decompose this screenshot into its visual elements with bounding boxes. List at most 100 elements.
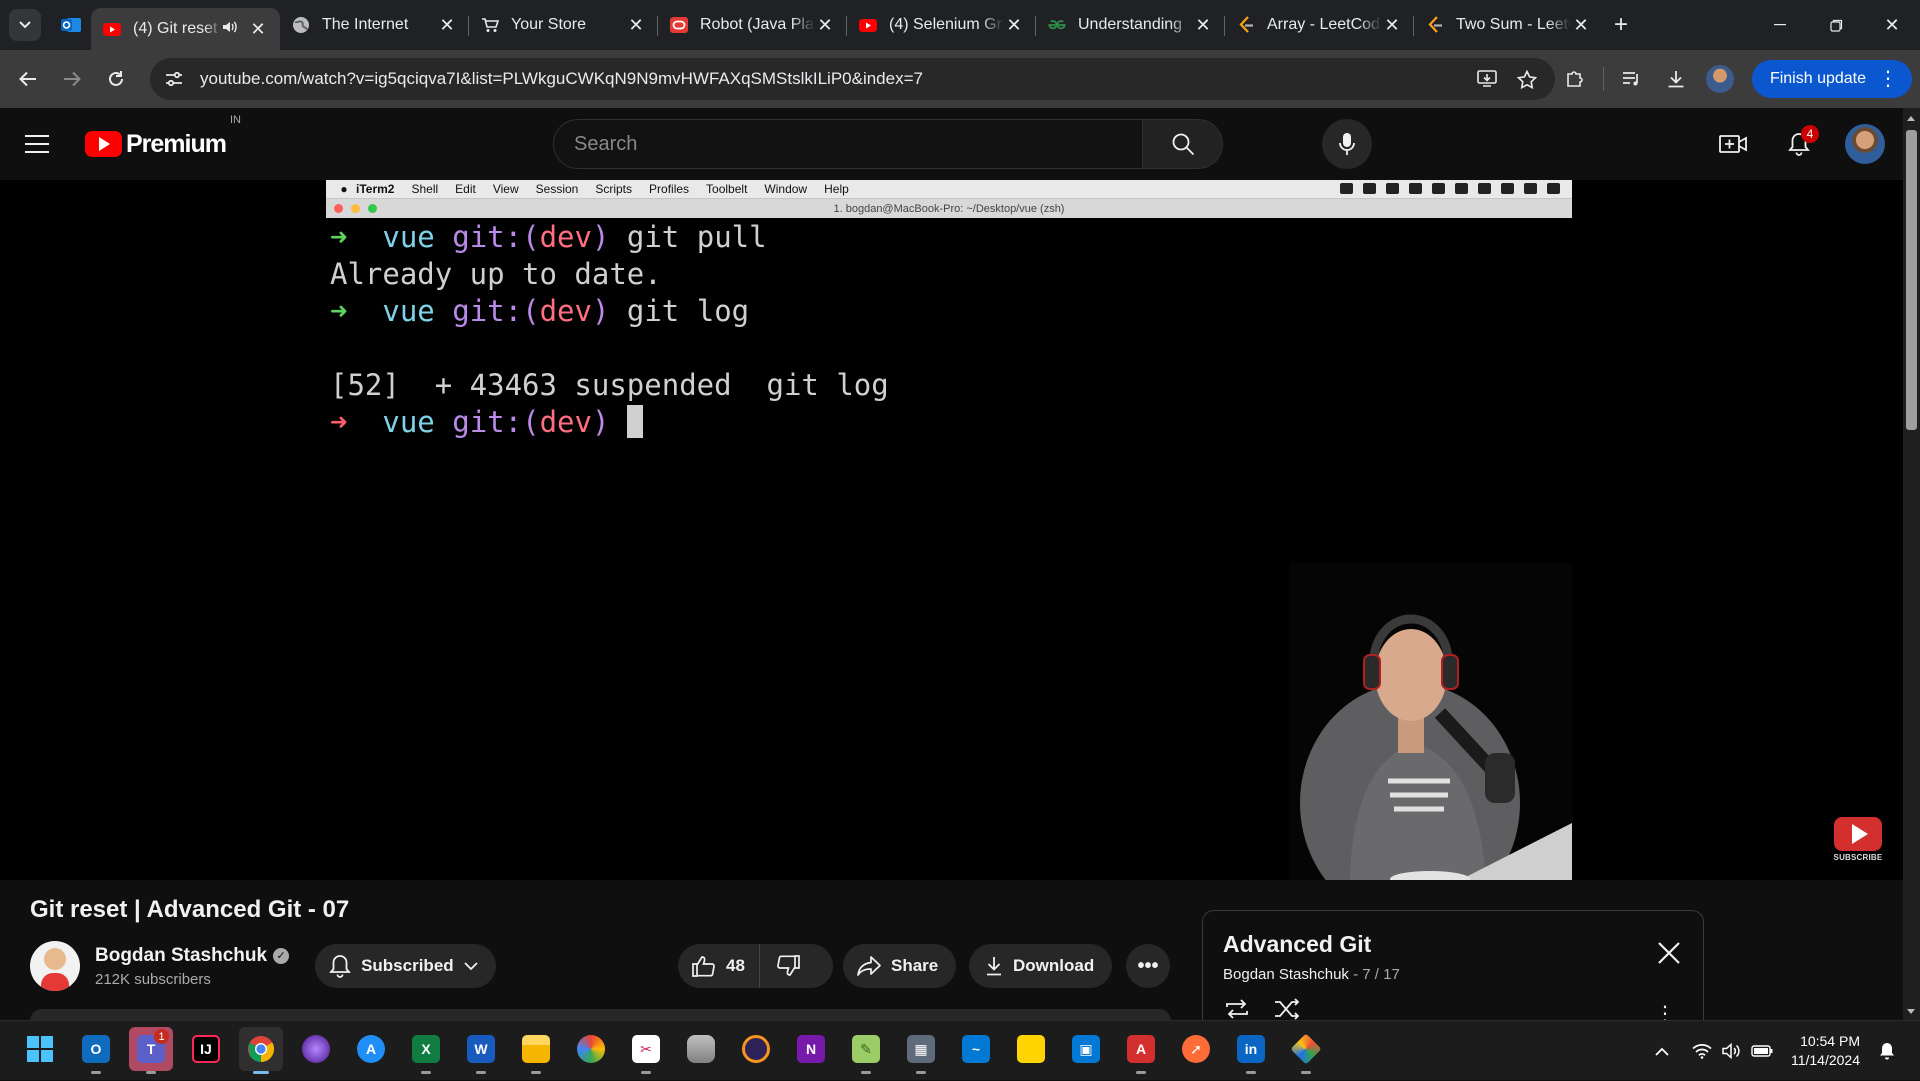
account-avatar	[1845, 124, 1885, 164]
close-playlist-button[interactable]	[1655, 939, 1683, 967]
search-button[interactable]	[1143, 119, 1223, 169]
new-tab-button[interactable]: +	[1603, 0, 1639, 50]
tab-two-sum-leetcode[interactable]: Two Sum - LeetCode ✕	[1414, 0, 1603, 50]
tab-array-leetcode[interactable]: Array - LeetCode ✕	[1225, 0, 1414, 50]
taskbar-sticky-notes[interactable]	[1009, 1027, 1053, 1071]
url-text[interactable]: youtube.com/watch?v=ig5qciqva7I&list=PLW…	[194, 69, 1467, 89]
guide-menu-button[interactable]	[25, 124, 65, 164]
restore-button[interactable]	[1808, 0, 1864, 50]
menubar-item: Scripts	[595, 182, 633, 196]
taskbar-chrome[interactable]	[239, 1027, 283, 1074]
page-scrollbar[interactable]	[1903, 108, 1920, 1020]
tab-search-button[interactable]	[9, 9, 41, 41]
subscribe-watermark[interactable]: SUBSCRIBE	[1833, 817, 1883, 865]
more-actions-button[interactable]: •••	[1126, 944, 1170, 988]
taskbar-calculator[interactable]: ▦	[899, 1027, 943, 1074]
taskbar-purple-app[interactable]	[294, 1027, 338, 1071]
like-button[interactable]: 48	[678, 944, 759, 988]
scroll-down-arrow-icon[interactable]	[1907, 1009, 1915, 1014]
battery-button[interactable]	[1747, 1045, 1777, 1057]
subscribed-button[interactable]: Subscribed	[315, 944, 496, 988]
video-title: Git reset | Advanced Git - 07	[30, 896, 350, 923]
tab-understanding[interactable]: Understanding ✕	[1036, 0, 1225, 50]
bookmark-button[interactable]	[1507, 69, 1547, 89]
close-tab-icon[interactable]: ✕	[1382, 15, 1402, 36]
tab-robot-java[interactable]: Robot (Java Platform ✕	[658, 0, 847, 50]
taskbar-photos[interactable]	[569, 1027, 613, 1071]
minimize-button[interactable]	[1752, 0, 1808, 50]
terminal-line: [52] + 43463 suspended git log	[330, 368, 889, 402]
playlist-title[interactable]: Advanced Git	[1223, 931, 1683, 958]
install-app-button[interactable]	[1467, 70, 1507, 88]
site-info-button[interactable]	[154, 71, 194, 87]
extensions-button[interactable]	[1553, 57, 1597, 101]
search-input[interactable]	[553, 119, 1143, 169]
tab-your-store[interactable]: Your Store ✕	[469, 0, 658, 50]
close-window-button[interactable]: ✕	[1864, 0, 1920, 50]
search-icon	[1172, 133, 1194, 156]
download-button[interactable]: Download	[969, 944, 1113, 988]
taskbar-postman[interactable]: ➚	[1174, 1027, 1218, 1071]
close-tab-icon[interactable]: ✕	[626, 15, 646, 36]
back-button[interactable]	[6, 57, 50, 101]
share-button[interactable]: Share	[843, 944, 957, 988]
account-button[interactable]	[1845, 124, 1885, 164]
taskbar-notepadpp[interactable]: ✎	[844, 1027, 888, 1074]
finish-update-label: Finish update	[1769, 70, 1866, 87]
close-tab-icon[interactable]: ✕	[1193, 15, 1213, 36]
pinned-tab-outlook[interactable]	[51, 0, 91, 50]
channel-name[interactable]: Bogdan Stashchuk	[95, 945, 267, 967]
voice-search-button[interactable]	[1322, 119, 1372, 169]
taskbar-acrobat[interactable]: A	[1119, 1027, 1163, 1074]
taskbar-app-store[interactable]: A	[349, 1027, 393, 1071]
reload-button[interactable]	[94, 57, 138, 101]
taskbar-database[interactable]	[679, 1027, 723, 1071]
taskbar-onenote[interactable]: N	[789, 1027, 833, 1071]
taskbar-outlook[interactable]: O	[74, 1027, 118, 1074]
taskbar-remote-desktop[interactable]: ▣	[1064, 1027, 1108, 1071]
downloads-button[interactable]	[1654, 57, 1698, 101]
menubar-item: Toolbelt	[706, 182, 748, 196]
taskbar-linkedin[interactable]: in	[1229, 1027, 1273, 1074]
start-button[interactable]	[18, 1027, 62, 1071]
tab-the-internet[interactable]: The Internet ✕	[280, 0, 469, 50]
tab-selenium-grid[interactable]: (4) Selenium Grid ✕	[847, 0, 1036, 50]
taskbar-file-explorer[interactable]	[514, 1027, 558, 1074]
dislike-button[interactable]	[758, 944, 816, 988]
scrollbar-thumb[interactable]	[1906, 130, 1917, 430]
taskbar-intellij[interactable]: IJ	[184, 1027, 228, 1071]
taskbar-snipping-tool[interactable]: ✂	[624, 1027, 668, 1074]
scroll-up-arrow-icon[interactable]	[1907, 116, 1915, 121]
close-tab-icon[interactable]: ✕	[1571, 15, 1591, 36]
close-tab-icon[interactable]: ✕	[248, 19, 268, 40]
notifications-button[interactable]: 4	[1779, 124, 1819, 164]
notification-count-badge: 4	[1801, 125, 1819, 143]
media-controls-button[interactable]	[1610, 57, 1654, 101]
youtube-premium-logo[interactable]: Premium IN	[85, 114, 241, 159]
taskbar-excel[interactable]: X	[404, 1027, 448, 1074]
volume-button[interactable]	[1717, 1043, 1747, 1059]
taskbar-git[interactable]	[1284, 1027, 1328, 1074]
forward-button[interactable]	[50, 57, 94, 101]
taskbar-clock[interactable]: 10:54 PM 11/14/2024	[1791, 1032, 1860, 1070]
close-tab-icon[interactable]: ✕	[1004, 15, 1024, 36]
profile-button[interactable]	[1698, 57, 1742, 101]
create-button[interactable]	[1713, 124, 1753, 164]
show-hidden-icons-button[interactable]	[1647, 1047, 1677, 1056]
finish-update-button[interactable]: Finish update ⋮	[1751, 60, 1912, 98]
channel-avatar[interactable]	[30, 941, 80, 991]
video-player[interactable]: ● iTerm2 Shell Edit View Session Scripts…	[0, 180, 1903, 880]
taskbar-word[interactable]: W	[459, 1027, 503, 1074]
taskbar-teams[interactable]: T1	[129, 1027, 173, 1074]
tab-git-reset[interactable]: (4) Git reset ✕	[91, 8, 280, 50]
close-tab-icon[interactable]: ✕	[815, 15, 835, 36]
taskbar-eclipse[interactable]	[734, 1027, 778, 1071]
network-button[interactable]	[1687, 1043, 1717, 1059]
playlist-owner[interactable]: Bogdan Stashchuk	[1223, 966, 1349, 983]
photos-icon	[577, 1035, 605, 1063]
notification-center-button[interactable]	[1872, 1042, 1902, 1060]
close-tab-icon[interactable]: ✕	[437, 15, 457, 36]
audio-playing-icon[interactable]	[222, 20, 238, 39]
taskbar-whiteboard[interactable]: ~	[954, 1027, 998, 1071]
address-bar[interactable]: youtube.com/watch?v=ig5qciqva7I&list=PLW…	[150, 58, 1555, 100]
